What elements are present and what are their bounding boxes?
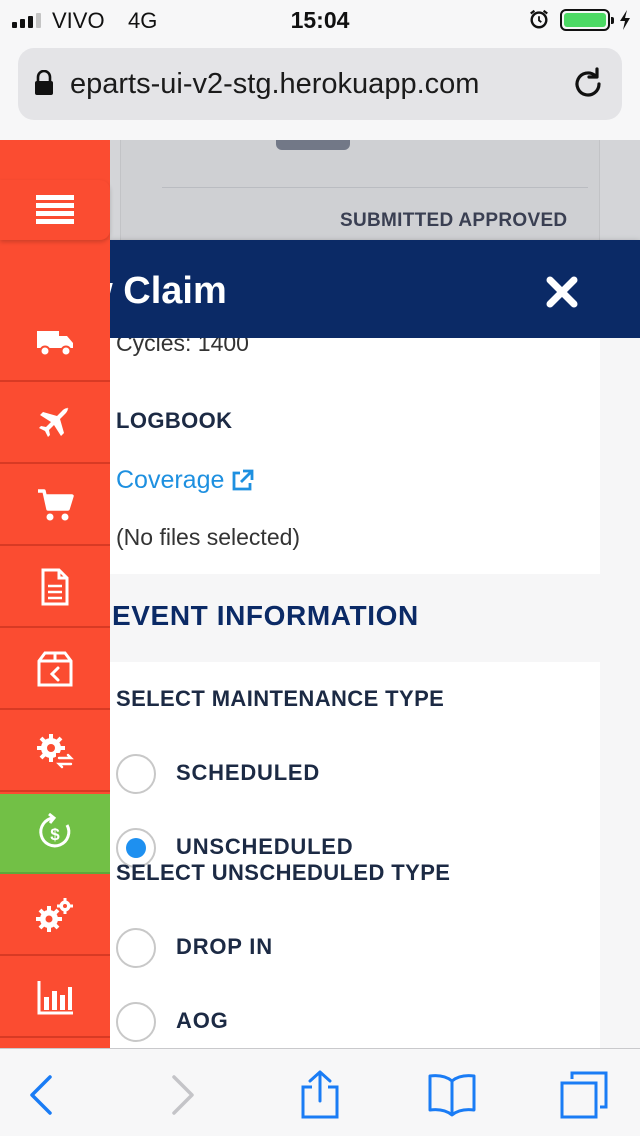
sidebar-item-documents[interactable] — [0, 548, 110, 628]
hamburger-icon — [36, 195, 74, 224]
tabs-button[interactable] — [556, 1067, 612, 1123]
browser-address-area: eparts-ui-v2-stg.herokuapp.com — [0, 40, 640, 140]
gears-icon — [36, 898, 73, 932]
radio-label: AOG — [176, 1008, 229, 1033]
lock-icon — [35, 70, 53, 95]
back-button[interactable] — [14, 1067, 70, 1123]
coverage-link[interactable]: Coverage — [116, 466, 254, 495]
radio-button[interactable] — [116, 928, 156, 968]
url-text[interactable]: eparts-ui-v2-stg.herokuapp.com — [70, 64, 566, 104]
external-link-icon — [233, 469, 254, 490]
bookmarks-button[interactable] — [424, 1067, 480, 1123]
charging-bolt-icon — [620, 10, 630, 30]
reload-icon[interactable] — [570, 66, 606, 102]
share-button[interactable] — [292, 1067, 348, 1123]
menu-button[interactable] — [0, 180, 110, 240]
event-information-title: EVENT INFORMATION — [112, 600, 419, 631]
sidebar-item-settings[interactable] — [0, 876, 110, 956]
sidebar-item-exchange[interactable] — [0, 712, 110, 792]
return-box-icon — [37, 651, 73, 687]
radio-drop-in[interactable]: DROP IN — [116, 928, 272, 968]
radio-label: DROP IN — [176, 934, 273, 959]
gear-exchange-icon — [37, 734, 74, 769]
bar-chart-icon — [37, 981, 73, 1015]
chevron-right-icon — [172, 1075, 194, 1115]
book-icon — [428, 1074, 476, 1117]
svg-text:$: $ — [50, 825, 60, 844]
browser-toolbar — [0, 1048, 640, 1136]
sidebar-item-reports[interactable] — [0, 958, 110, 1038]
battery-icon — [560, 9, 614, 31]
radio-label: SCHEDULED — [176, 760, 321, 785]
status-bar: VIVO 4G 15:04 — [0, 0, 640, 40]
sidebar-item-shipping[interactable] — [0, 302, 110, 382]
radio-button[interactable] — [116, 754, 156, 794]
airplane-icon — [39, 407, 69, 437]
dollar-cycle-icon: $ — [39, 813, 71, 848]
cycles-text: Cycles: 1400 — [116, 338, 249, 356]
background-handle — [276, 140, 350, 150]
radio-label: UNSCHEDULED — [176, 834, 354, 859]
radio-scheduled[interactable]: SCHEDULED — [116, 754, 319, 794]
cart-icon — [38, 489, 74, 521]
sidebar-item-aircraft[interactable] — [0, 384, 110, 464]
background-divider — [162, 187, 588, 188]
unscheduled-type-label: SELECT UNSCHEDULED TYPE — [116, 860, 451, 885]
document-icon — [41, 568, 69, 606]
alarm-icon — [530, 9, 548, 29]
radio-aog[interactable]: AOG — [116, 1002, 228, 1042]
sidebar-item-claims[interactable]: $ — [0, 794, 110, 874]
coverage-link-label: Coverage — [116, 466, 225, 494]
logbook-label: LOGBOOK — [116, 408, 233, 433]
sidebar-item-returns[interactable] — [0, 630, 110, 710]
sidebar: $ — [0, 140, 110, 1048]
background-status-text: SUBMITTED APPROVED — [340, 210, 568, 231]
maintenance-type-label: SELECT MAINTENANCE TYPE — [116, 686, 445, 711]
forward-button[interactable] — [154, 1067, 210, 1123]
radio-button[interactable] — [116, 1002, 156, 1042]
tabs-icon — [560, 1071, 608, 1119]
share-icon — [301, 1070, 339, 1119]
chevron-left-icon — [30, 1075, 52, 1115]
no-files-text: (No files selected) — [116, 524, 301, 550]
truck-icon — [37, 331, 73, 357]
close-icon[interactable] — [544, 274, 580, 310]
address-bar[interactable]: eparts-ui-v2-stg.herokuapp.com — [18, 48, 622, 120]
sidebar-item-cart[interactable] — [0, 466, 110, 546]
